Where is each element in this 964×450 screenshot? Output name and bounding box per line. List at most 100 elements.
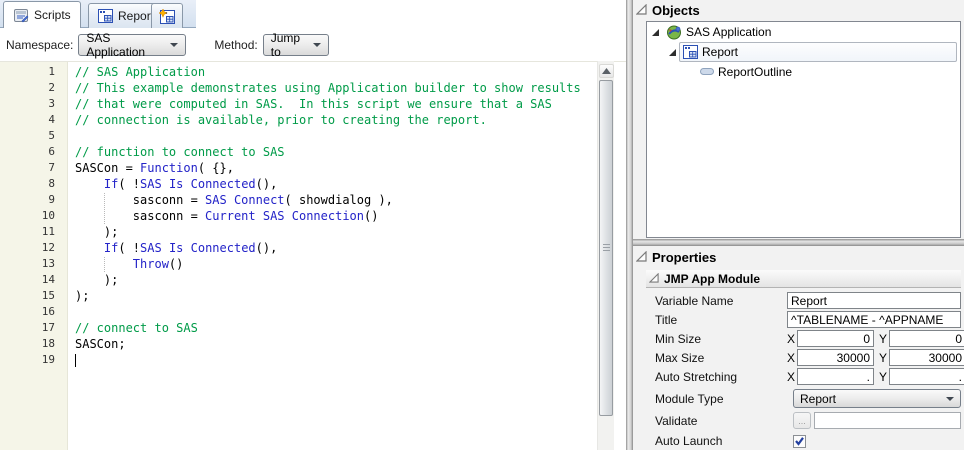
tree-item-label: ReportOutline xyxy=(718,65,792,79)
line-number: 12 xyxy=(0,240,55,256)
code-lines: 1// SAS Application2// This example demo… xyxy=(0,64,597,368)
tree-item-sas-application[interactable]: SAS Application xyxy=(647,22,960,42)
vertical-splitter[interactable] xyxy=(626,0,633,450)
scrollbar-grip xyxy=(603,244,610,252)
text-caret xyxy=(75,354,76,367)
code-line: 1// SAS Application xyxy=(0,64,597,80)
title-field[interactable] xyxy=(787,311,961,328)
validate-browse-button[interactable]: ... xyxy=(793,412,811,429)
tree-item-report[interactable]: Report xyxy=(647,42,960,62)
auto-launch-checkbox[interactable] xyxy=(793,435,806,448)
code-line: 15); xyxy=(0,288,597,304)
tree-item-label: SAS Application xyxy=(686,25,771,39)
scripts-pane: Scripts Report xyxy=(0,0,626,450)
tree-item-label: Report xyxy=(702,45,738,59)
script-editor[interactable]: 1// SAS Application2// This example demo… xyxy=(0,61,626,450)
property-row-validate: Validate ... xyxy=(655,411,961,430)
module-type-dropdown[interactable]: Report xyxy=(793,389,961,408)
collapse-triangle-icon[interactable] xyxy=(636,250,647,265)
collapse-triangle-icon[interactable] xyxy=(649,272,659,286)
tree-item-reportoutline[interactable]: ReportOutline xyxy=(647,62,960,82)
properties-panel-header: Properties xyxy=(633,246,964,268)
code-line-text: SASCon = Function( {}, xyxy=(55,160,234,176)
min-size-y-label: Y xyxy=(879,332,889,346)
code-line-text: ); xyxy=(55,224,118,240)
tree-expander-icon[interactable] xyxy=(667,47,679,57)
code-line: 9 sasconn = SAS Connect( showdialog ), xyxy=(0,192,597,208)
line-number: 13 xyxy=(0,256,55,272)
line-number: 9 xyxy=(0,192,55,208)
objects-panel-title: Objects xyxy=(652,3,700,18)
tab-scripts-label: Scripts xyxy=(34,8,71,22)
variable-name-label: Variable Name xyxy=(655,294,787,308)
max-size-x-field[interactable] xyxy=(797,349,874,366)
auto-stretching-y-label: Y xyxy=(879,370,889,384)
min-size-y-field[interactable] xyxy=(889,330,964,347)
property-row-auto-stretching: Auto Stretching X Y xyxy=(655,367,961,386)
max-size-y-field[interactable] xyxy=(889,349,964,366)
line-number: 4 xyxy=(0,112,55,128)
jmp-app-module-group-header: JMP App Module xyxy=(646,270,961,288)
min-size-label: Min Size xyxy=(655,332,787,346)
code-line: 7SASCon = Function( {}, xyxy=(0,160,597,176)
code-line: 3// that were computed in SAS. In this s… xyxy=(0,96,597,112)
code-line-text: SASCon; xyxy=(55,336,126,352)
line-number: 17 xyxy=(0,320,55,336)
validate-field[interactable] xyxy=(814,412,961,429)
code-line: 4// connection is available, prior to cr… xyxy=(0,112,597,128)
code-line-text xyxy=(55,352,76,368)
chevron-down-icon xyxy=(170,43,178,47)
title-label: Title xyxy=(655,313,787,327)
code-line-text xyxy=(55,128,75,144)
code-line-text: // function to connect to SAS xyxy=(55,144,285,160)
code-line: 8 If( !SAS Is Connected(), xyxy=(0,176,597,192)
code-line-text xyxy=(55,304,75,320)
code-line-text: If( !SAS Is Connected(), xyxy=(55,176,277,192)
editor-toolbar: Namespace: SAS Application Method: Jump … xyxy=(0,28,626,61)
tree-item-content: Report xyxy=(679,42,957,62)
code-line-text: ); xyxy=(55,288,89,304)
namespace-dropdown[interactable]: SAS Application xyxy=(78,34,186,56)
collapse-triangle-icon[interactable] xyxy=(636,3,647,18)
sas-application-icon xyxy=(666,25,682,40)
chevron-down-icon xyxy=(313,43,321,47)
code-line: 13 Throw() xyxy=(0,256,597,272)
method-dropdown-value: Jump to xyxy=(271,31,305,59)
module-type-label: Module Type xyxy=(655,392,787,406)
scrollbar-up-arrow[interactable] xyxy=(599,64,614,78)
tab-new-module-button[interactable] xyxy=(151,3,183,28)
property-row-module-type: Module Type Report xyxy=(655,388,961,409)
line-number: 3 xyxy=(0,96,55,112)
method-dropdown[interactable]: Jump to xyxy=(263,34,329,56)
module-type-dropdown-value: Report xyxy=(800,392,836,406)
line-number: 10 xyxy=(0,208,55,224)
scrollbar-thumb[interactable] xyxy=(599,80,613,416)
editor-vertical-scrollbar[interactable] xyxy=(597,61,614,450)
auto-stretching-x-label: X xyxy=(787,370,797,384)
horizontal-splitter[interactable] xyxy=(633,239,964,246)
report-window-icon xyxy=(683,45,698,59)
line-number: 16 xyxy=(0,304,55,320)
indent-guide xyxy=(104,193,105,208)
group-header-title: JMP App Module xyxy=(664,272,760,286)
properties-rows: Variable Name Title Min Size X Y Max Siz… xyxy=(655,291,961,448)
right-pane: Objects SAS Application Report ReportOutli… xyxy=(633,0,964,450)
tab-scripts[interactable]: Scripts xyxy=(3,1,81,28)
property-row-max-size: Max Size X Y xyxy=(655,348,961,367)
tree-expander-icon[interactable] xyxy=(650,27,662,37)
line-number: 14 xyxy=(0,272,55,288)
code-line: 11 ); xyxy=(0,224,597,240)
auto-stretching-x-field[interactable] xyxy=(797,368,874,385)
line-number: 7 xyxy=(0,160,55,176)
line-number: 11 xyxy=(0,224,55,240)
min-size-x-field[interactable] xyxy=(797,330,874,347)
property-row-title: Title xyxy=(655,310,961,329)
new-report-icon xyxy=(159,9,175,24)
max-size-y-label: Y xyxy=(879,351,889,365)
auto-stretching-y-field[interactable] xyxy=(889,368,964,385)
min-size-x-label: X xyxy=(787,332,797,346)
code-line: 2// This example demonstrates using Appl… xyxy=(0,80,597,96)
max-size-x-label: X xyxy=(787,351,797,365)
objects-tree: SAS Application Report ReportOutline xyxy=(646,21,961,238)
variable-name-field[interactable] xyxy=(787,292,961,309)
